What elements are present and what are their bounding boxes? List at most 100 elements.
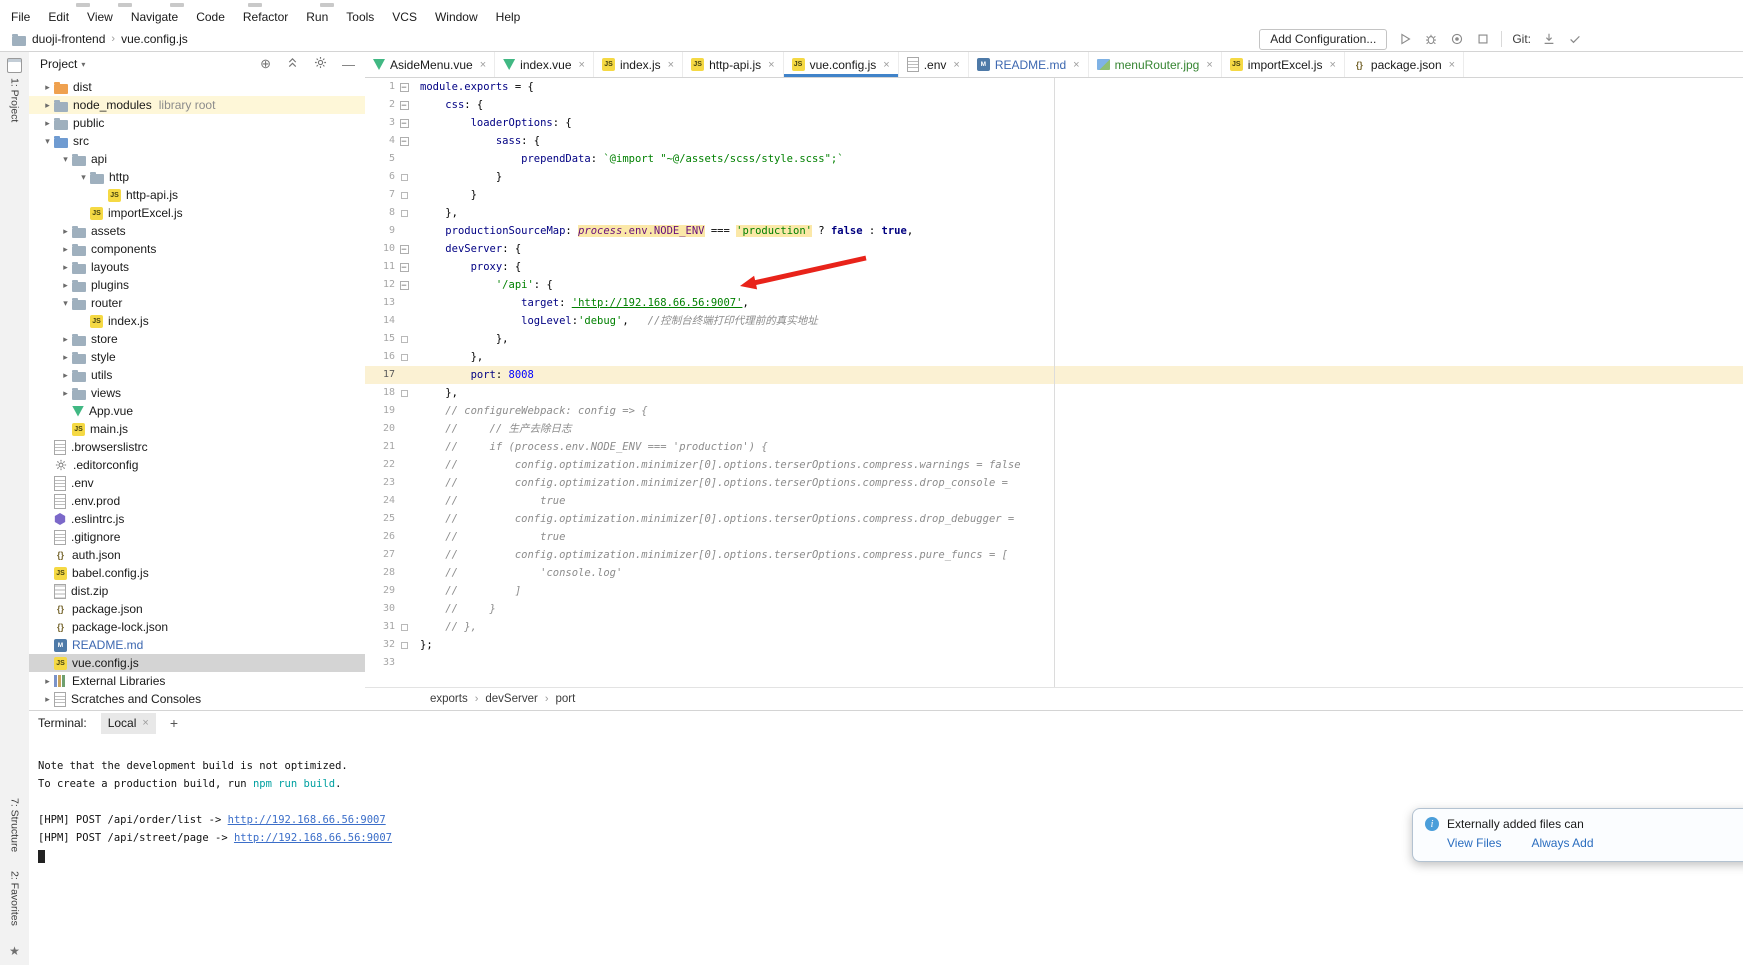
tree-item-.editorconfig[interactable]: .editorconfig xyxy=(29,456,365,474)
chevron-right-icon[interactable]: ▸ xyxy=(41,676,54,687)
tree-item-vue.config.js[interactable]: JSvue.config.js xyxy=(29,654,365,672)
hide-panel-icon[interactable]: — xyxy=(342,57,355,72)
tree-item-node-modules[interactable]: ▸node_moduleslibrary root xyxy=(29,96,365,114)
tree-item-style[interactable]: ▸style xyxy=(29,348,365,366)
chevron-down-icon[interactable]: ▾ xyxy=(59,154,72,165)
chevron-right-icon[interactable]: ▸ xyxy=(59,334,72,345)
editor-tab-asidemenu.vue[interactable]: AsideMenu.vue× xyxy=(365,52,495,77)
chevron-right-icon[interactable]: ▸ xyxy=(41,100,54,111)
tree-item-store[interactable]: ▸store xyxy=(29,330,365,348)
fold-marker-icon[interactable] xyxy=(397,330,411,348)
close-tab-icon[interactable]: × xyxy=(1206,59,1212,71)
fold-marker-icon[interactable] xyxy=(397,168,411,186)
view-files-link[interactable]: View Files xyxy=(1447,836,1501,850)
fold-marker-icon[interactable] xyxy=(397,348,411,366)
editor-tab-importexcel.js[interactable]: JSimportExcel.js× xyxy=(1222,52,1345,77)
chevron-right-icon[interactable]: ▸ xyxy=(59,244,72,255)
chevron-right-icon[interactable]: ▸ xyxy=(59,352,72,363)
tree-item-external-libraries[interactable]: ▸External Libraries xyxy=(29,672,365,690)
menu-item-view[interactable]: View xyxy=(78,8,122,27)
tree-item-assets[interactable]: ▸assets xyxy=(29,222,365,240)
close-tab-icon[interactable]: × xyxy=(768,59,774,71)
tree-item-index.js[interactable]: JSindex.js xyxy=(29,312,365,330)
project-stripe-button[interactable]: 1: Project xyxy=(7,58,22,122)
chevron-right-icon[interactable]: ▸ xyxy=(59,280,72,291)
close-tab-icon[interactable]: × xyxy=(1449,59,1455,71)
fold-marker-icon[interactable] xyxy=(397,636,411,654)
fold-marker-icon[interactable] xyxy=(397,132,411,150)
tree-item-http-api.js[interactable]: JShttp-api.js xyxy=(29,186,365,204)
tree-item-scratches-and-consoles[interactable]: ▸Scratches and Consoles xyxy=(29,690,365,708)
close-tab-icon[interactable]: × xyxy=(579,59,585,71)
tree-item-views[interactable]: ▸views xyxy=(29,384,365,402)
editor-tab-package.json[interactable]: {}package.json× xyxy=(1345,52,1464,77)
fold-marker-icon[interactable] xyxy=(397,240,411,258)
close-tab-icon[interactable]: × xyxy=(668,59,674,71)
editor-tab-readme.md[interactable]: MREADME.md× xyxy=(969,52,1089,77)
fold-marker-icon[interactable] xyxy=(397,78,411,96)
fold-marker-icon[interactable] xyxy=(397,114,411,132)
tree-item-auth.json[interactable]: {}auth.json xyxy=(29,546,365,564)
vcs-update-icon[interactable] xyxy=(1541,31,1557,47)
tree-item-.env[interactable]: .env xyxy=(29,474,365,492)
fold-marker-icon[interactable] xyxy=(397,204,411,222)
fold-marker-icon[interactable] xyxy=(397,618,411,636)
tree-item-package-lock.json[interactable]: {}package-lock.json xyxy=(29,618,365,636)
menu-item-vcs[interactable]: VCS xyxy=(383,8,426,27)
chevron-down-icon[interactable]: ▾ xyxy=(41,136,54,147)
favorites-star-icon[interactable]: ★ xyxy=(9,945,20,957)
tree-item-importexcel.js[interactable]: JSimportExcel.js xyxy=(29,204,365,222)
tree-item-dist.zip[interactable]: dist.zip xyxy=(29,582,365,600)
menu-item-window[interactable]: Window xyxy=(426,8,487,27)
close-tab-icon[interactable]: × xyxy=(953,59,959,71)
tree-item-readme.md[interactable]: MREADME.md xyxy=(29,636,365,654)
tree-item-api[interactable]: ▾api xyxy=(29,150,365,168)
editor-tab-.env[interactable]: .env× xyxy=(899,52,969,77)
tree-item-layouts[interactable]: ▸layouts xyxy=(29,258,365,276)
editor-tab-index.vue[interactable]: index.vue× xyxy=(495,52,594,77)
chevron-down-icon[interactable]: ▾ xyxy=(77,172,90,183)
breadcrumb-project[interactable]: duoji-frontend xyxy=(32,32,105,46)
editor-tab-http-api.js[interactable]: JShttp-api.js× xyxy=(683,52,783,77)
editor-tab-menurouter.jpg[interactable]: menuRouter.jpg× xyxy=(1089,52,1222,77)
breadcrumb-file[interactable]: vue.config.js xyxy=(121,32,188,46)
fold-marker-icon[interactable] xyxy=(397,276,411,294)
menu-item-navigate[interactable]: Navigate xyxy=(122,8,187,27)
close-terminal-tab-icon[interactable]: × xyxy=(142,717,148,729)
chevron-right-icon[interactable]: ▸ xyxy=(41,118,54,129)
close-tab-icon[interactable]: × xyxy=(1073,59,1079,71)
settings-gear-icon[interactable] xyxy=(314,56,327,72)
terminal-tab-local[interactable]: Local × xyxy=(101,713,156,734)
vcs-commit-icon[interactable] xyxy=(1567,31,1583,47)
tree-item-http[interactable]: ▾http xyxy=(29,168,365,186)
project-view-dropdown[interactable]: Project ▾ xyxy=(40,57,85,71)
tree-item-public[interactable]: ▸public xyxy=(29,114,365,132)
add-configuration-button[interactable]: Add Configuration... xyxy=(1259,29,1387,50)
fold-marker-icon[interactable] xyxy=(397,186,411,204)
menu-item-file[interactable]: File xyxy=(2,8,39,27)
debug-icon[interactable] xyxy=(1423,31,1439,47)
menu-item-code[interactable]: Code xyxy=(187,8,234,27)
menu-item-run[interactable]: Run xyxy=(297,8,337,27)
tree-item-package.json[interactable]: {}package.json xyxy=(29,600,365,618)
tree-item-router[interactable]: ▾router xyxy=(29,294,365,312)
close-tab-icon[interactable]: × xyxy=(1329,59,1335,71)
tree-item-main.js[interactable]: JSmain.js xyxy=(29,420,365,438)
tree-item-.gitignore[interactable]: .gitignore xyxy=(29,528,365,546)
tree-item-utils[interactable]: ▸utils xyxy=(29,366,365,384)
tree-item-components[interactable]: ▸components xyxy=(29,240,365,258)
tree-item-dist[interactable]: ▸dist xyxy=(29,78,365,96)
editor-tab-vue.config.js[interactable]: JSvue.config.js× xyxy=(784,52,899,77)
structure-stripe-button[interactable]: 7: Structure xyxy=(9,798,21,857)
editor-tab-index.js[interactable]: JSindex.js× xyxy=(594,52,683,77)
stop-icon[interactable] xyxy=(1475,31,1491,47)
tree-item-.env.prod[interactable]: .env.prod xyxy=(29,492,365,510)
fold-marker-icon[interactable] xyxy=(397,384,411,402)
always-add-link[interactable]: Always Add xyxy=(1531,836,1593,850)
chevron-right-icon[interactable]: ▸ xyxy=(41,82,54,93)
collapse-all-icon[interactable] xyxy=(286,56,299,72)
chevron-right-icon[interactable]: ▸ xyxy=(59,370,72,381)
menu-item-edit[interactable]: Edit xyxy=(39,8,78,27)
tree-item-.browserslistrc[interactable]: .browserslistrc xyxy=(29,438,365,456)
new-terminal-icon[interactable]: + xyxy=(170,715,178,731)
